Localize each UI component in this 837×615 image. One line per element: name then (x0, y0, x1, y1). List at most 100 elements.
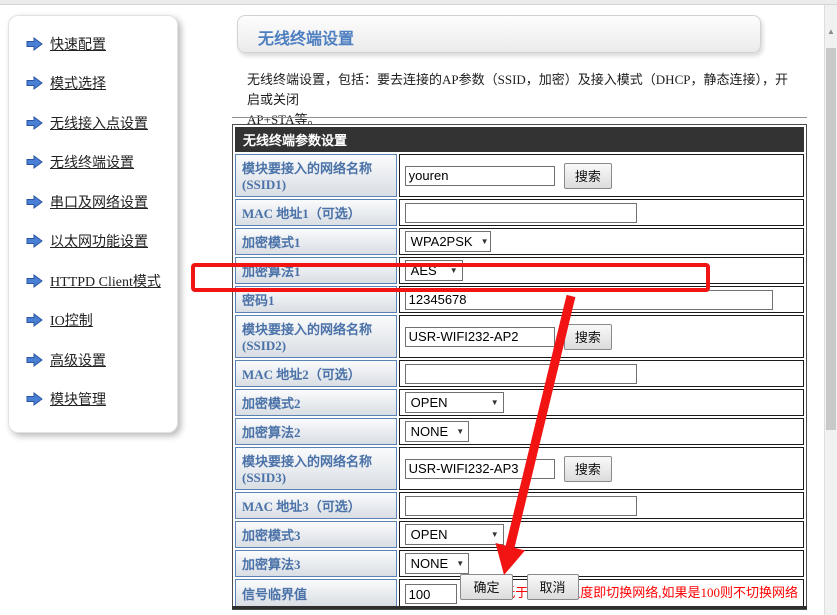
selected-value: AES (411, 263, 437, 278)
chevron-down-icon: ▼ (456, 559, 464, 568)
description-line: 无线终端设置，包括：要去连接的AP参数（SSID，加密）及接入模式（DHCP，静… (247, 70, 797, 110)
mac3-input[interactable] (405, 496, 637, 516)
ssid2-label: 模块要接入的网络名称(SSID2) (235, 315, 397, 358)
sidebar-item-io-control[interactable]: IO控制 (9, 301, 177, 341)
sidebar-item-httpd-client[interactable]: HTTPD Client模式 (9, 261, 177, 301)
sidebar-item-quick-config[interactable]: 快速配置 (9, 24, 177, 64)
ssid2-input[interactable] (405, 327, 555, 347)
encryption-mode3-label: 加密模式3 (235, 521, 397, 548)
sidebar-item-label: 以太网功能设置 (50, 231, 148, 251)
ssid3-search-button[interactable]: 搜索 (564, 456, 612, 482)
table-row: 加密算法1 AES ▼ (235, 257, 804, 284)
arrow-right-icon (26, 195, 43, 209)
mac1-label: MAC 地址1（可选） (235, 199, 397, 226)
sidebar-item-sta-settings[interactable]: 无线终端设置 (9, 143, 177, 183)
sidebar-item-label: 模块管理 (50, 389, 106, 409)
scrollbar[interactable]: ▲ (824, 5, 837, 615)
page: 快速配置 模式选择 无线接入点设置 无线终端设置 串口及网络设置 以太网功能设置… (0, 0, 837, 615)
mac2-input[interactable] (405, 364, 637, 384)
encryption-algorithm1-select[interactable]: AES ▼ (405, 260, 463, 281)
chevron-down-icon: ▼ (491, 398, 499, 407)
arrow-right-icon (26, 353, 43, 367)
selected-value: OPEN (411, 395, 448, 410)
ssid1-input[interactable] (405, 166, 555, 186)
password1-input[interactable] (405, 290, 773, 310)
encryption-algorithm1-label: 加密算法1 (235, 257, 397, 284)
arrow-right-icon (26, 155, 43, 169)
arrow-right-icon (26, 313, 43, 327)
password1-label: 密码1 (235, 286, 397, 313)
bottom-divider (232, 606, 807, 609)
browser-chrome-strip (0, 0, 837, 5)
table-row: 模块要接入的网络名称(SSID2) 搜索 (235, 315, 804, 358)
arrow-right-icon (26, 116, 43, 130)
cancel-button[interactable]: 取消 (527, 574, 579, 600)
chevron-down-icon: ▼ (456, 427, 464, 436)
table-row: 加密模式1 WPA2PSK ▼ (235, 228, 804, 255)
table-row: 加密算法3 NONE ▼ (235, 550, 804, 577)
encryption-mode2-label: 加密模式2 (235, 389, 397, 416)
sidebar-item-uart-network[interactable]: 串口及网络设置 (9, 182, 177, 222)
chevron-down-icon: ▼ (491, 530, 499, 539)
table-header: 无线终端参数设置 (235, 127, 804, 152)
table-row: 加密模式2 OPEN ▼ (235, 389, 804, 416)
arrow-right-icon (26, 274, 43, 288)
mac1-input[interactable] (405, 203, 637, 223)
selected-value: WPA2PSK (411, 234, 473, 249)
mac2-label: MAC 地址2（可选） (235, 360, 397, 387)
sta-settings-table: 无线终端参数设置 模块要接入的网络名称(SSID1) 搜索 MAC 地址1（可选… (232, 124, 807, 610)
sidebar-item-module-management[interactable]: 模块管理 (9, 380, 177, 420)
page-title: 无线终端设置 (258, 25, 760, 49)
page-title-box: 无线终端设置 (237, 15, 761, 53)
form-actions: 确定 取消 (232, 574, 807, 600)
selected-value: NONE (411, 424, 449, 439)
encryption-mode1-label: 加密模式1 (235, 228, 397, 255)
sidebar-item-mode-select[interactable]: 模式选择 (9, 64, 177, 104)
chevron-down-icon: ▼ (481, 237, 489, 246)
sidebar-item-label: 无线接入点设置 (50, 113, 148, 133)
sidebar-item-label: 模式选择 (50, 73, 106, 93)
arrow-right-icon (26, 76, 43, 90)
selected-value: OPEN (411, 527, 448, 542)
encryption-algorithm2-select[interactable]: NONE ▼ (405, 421, 469, 442)
arrow-right-icon (26, 234, 43, 248)
sidebar-item-ethernet[interactable]: 以太网功能设置 (9, 222, 177, 262)
table-row: 加密算法2 NONE ▼ (235, 418, 804, 445)
encryption-mode2-select[interactable]: OPEN ▼ (405, 392, 504, 413)
sidebar-item-ap-settings[interactable]: 无线接入点设置 (9, 103, 177, 143)
table-row: MAC 地址2（可选） (235, 360, 804, 387)
ssid1-label: 模块要接入的网络名称(SSID1) (235, 154, 397, 197)
ok-button[interactable]: 确定 (460, 574, 512, 600)
arrow-right-icon (26, 392, 43, 406)
table-row: 加密模式3 OPEN ▼ (235, 521, 804, 548)
scroll-up-arrow-icon[interactable]: ▲ (825, 27, 837, 36)
scrollbar-thumb[interactable] (826, 48, 836, 430)
ssid2-search-button[interactable]: 搜索 (564, 324, 612, 350)
encryption-mode3-select[interactable]: OPEN ▼ (405, 524, 504, 545)
encryption-mode1-select[interactable]: WPA2PSK ▼ (405, 231, 491, 252)
encryption-algorithm2-label: 加密算法2 (235, 418, 397, 445)
sidebar-item-label: 串口及网络设置 (50, 192, 148, 212)
mac3-label: MAC 地址3（可选） (235, 492, 397, 519)
ssid1-search-button[interactable]: 搜索 (564, 163, 612, 189)
arrow-right-icon (26, 37, 43, 51)
table-row: MAC 地址3（可选） (235, 492, 804, 519)
table-row: 模块要接入的网络名称(SSID3) 搜索 (235, 447, 804, 490)
sidebar-item-label: 高级设置 (50, 350, 106, 370)
table-row: 密码1 (235, 286, 804, 313)
table-row: MAC 地址1（可选） (235, 199, 804, 226)
encryption-algorithm3-label: 加密算法3 (235, 550, 397, 577)
sidebar-item-label: 无线终端设置 (50, 152, 134, 172)
encryption-algorithm3-select[interactable]: NONE ▼ (405, 553, 469, 574)
page-description: 无线终端设置，包括：要去连接的AP参数（SSID，加密）及接入模式（DHCP，静… (247, 70, 797, 130)
sidebar-item-label: HTTPD Client模式 (50, 271, 161, 291)
sidebar-item-advanced[interactable]: 高级设置 (9, 340, 177, 380)
table-header-row: 无线终端参数设置 (235, 127, 804, 152)
chevron-down-icon: ▼ (450, 266, 458, 275)
sidebar: 快速配置 模式选择 无线接入点设置 无线终端设置 串口及网络设置 以太网功能设置… (8, 15, 178, 433)
divider (232, 117, 807, 118)
table-row: 模块要接入的网络名称(SSID1) 搜索 (235, 154, 804, 197)
selected-value: NONE (411, 556, 449, 571)
ssid3-input[interactable] (405, 459, 555, 479)
sidebar-item-label: IO控制 (50, 310, 93, 330)
